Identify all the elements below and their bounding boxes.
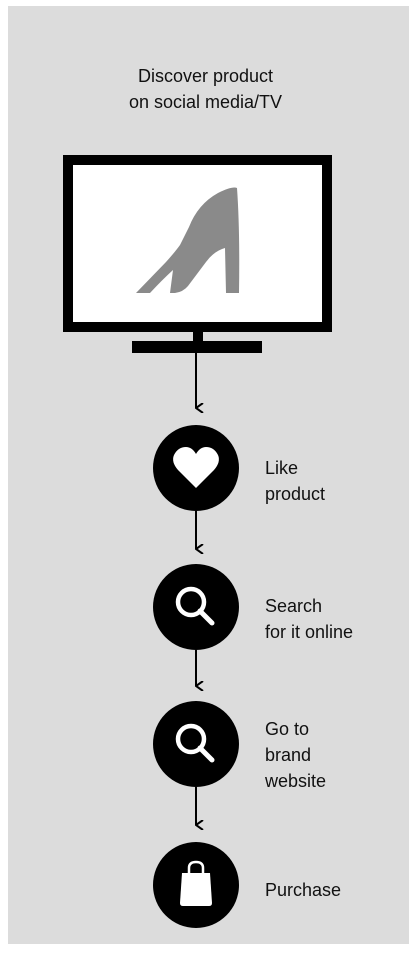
- step-label-search: Search for it online: [265, 596, 354, 642]
- tv-icon: [63, 155, 332, 353]
- step-purchase: [153, 842, 239, 928]
- step-label-like: Like product: [265, 458, 326, 504]
- step-search: [153, 564, 239, 650]
- flow-diagram: [63, 155, 332, 928]
- step-label-purchase: Purchase: [265, 880, 342, 900]
- step-like: [153, 425, 239, 511]
- step-brand-website: [153, 701, 239, 787]
- step-label-brand-website: Go to brand website: [265, 719, 327, 791]
